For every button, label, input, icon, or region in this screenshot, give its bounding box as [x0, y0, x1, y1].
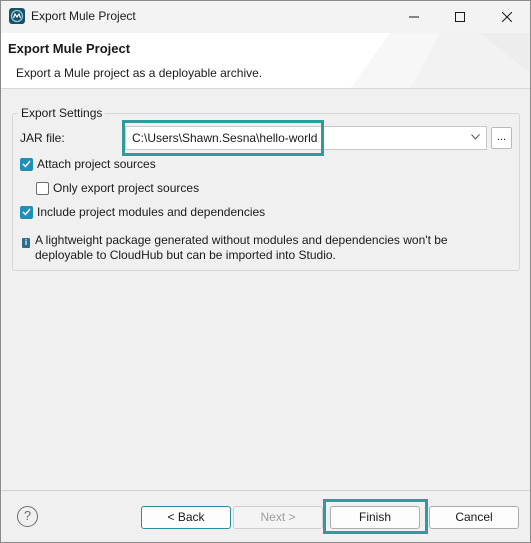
include-modules-option[interactable]: Include project modules and dependencies — [20, 205, 265, 219]
title-bar[interactable]: Export Mule Project — [1, 1, 530, 33]
mule-app-icon — [9, 8, 25, 24]
jar-file-label: JAR file: — [20, 131, 65, 145]
only-export-sources-option[interactable]: Only export project sources — [36, 181, 199, 195]
info-message: A lightweight package generated without … — [35, 233, 448, 262]
export-dialog: Export Mule Project Export Mule Project … — [0, 0, 531, 543]
window-title: Export Mule Project — [31, 9, 136, 23]
chevron-down-icon — [471, 134, 480, 140]
info-icon: i — [22, 238, 30, 248]
page-title: Export Mule Project — [8, 41, 131, 56]
back-button[interactable]: < Back — [141, 506, 231, 529]
attach-sources-checkbox[interactable] — [20, 157, 33, 171]
finish-button[interactable]: Finish — [330, 506, 420, 529]
next-button[interactable]: Next > — [233, 506, 323, 529]
cancel-button[interactable]: Cancel — [429, 506, 519, 529]
maximize-button[interactable] — [437, 1, 483, 33]
maximize-icon — [455, 12, 465, 22]
minimize-button[interactable] — [391, 1, 437, 33]
jar-file-highlight — [122, 120, 324, 156]
include-modules-checkbox[interactable] — [20, 205, 33, 219]
footer-separator — [1, 490, 530, 491]
export-settings-legend: Export Settings — [18, 106, 106, 120]
include-modules-label: Include project modules and dependencies — [37, 205, 266, 219]
minimize-icon — [409, 16, 419, 18]
only-export-sources-label: Only export project sources — [53, 181, 200, 195]
attach-sources-label: Attach project sources — [37, 157, 156, 171]
help-icon[interactable]: ? — [17, 506, 38, 527]
checkmark-icon — [22, 208, 31, 216]
browse-button[interactable]: ... — [491, 127, 512, 149]
wizard-header: Export Mule Project Export a Mule projec… — [1, 33, 530, 89]
header-decoration — [350, 33, 530, 88]
close-icon — [502, 12, 512, 22]
only-export-sources-checkbox[interactable] — [36, 181, 49, 195]
checkmark-icon — [22, 160, 31, 168]
attach-sources-option[interactable]: Attach project sources — [20, 157, 156, 171]
page-description: Export a Mule project as a deployable ar… — [16, 66, 263, 80]
close-button[interactable] — [484, 1, 530, 33]
